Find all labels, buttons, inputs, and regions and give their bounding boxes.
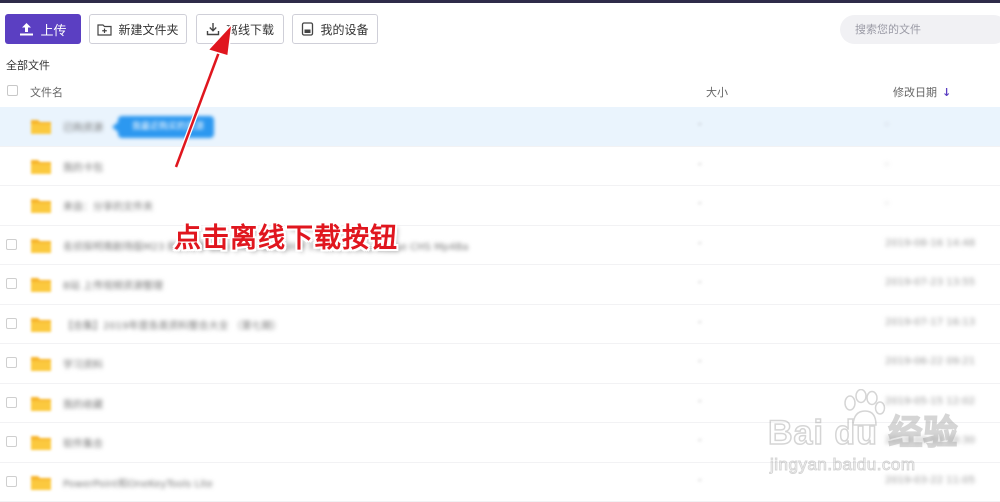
file-name[interactable]: 【合集】2019年度各类资料整合大全 （第七期） <box>63 317 282 332</box>
column-modified-label: 修改日期 <box>893 84 937 100</box>
file-row[interactable]: 已购资源 我最近购买的资源 - - <box>0 107 1000 147</box>
file-date: 2019-08-16 14:48 <box>885 238 975 249</box>
file-row[interactable]: PowerPoint和OneKeyTools Lite - 2019-03-22… <box>0 463 1000 502</box>
breadcrumb[interactable]: 全部文件 <box>6 57 50 73</box>
file-size: - <box>698 238 702 249</box>
file-name[interactable]: B站 上传视频资源整理 <box>63 277 163 292</box>
search-input[interactable] <box>853 22 1000 37</box>
tooltip: 我最近购买的资源 <box>118 116 214 138</box>
upload-label: 上传 <box>40 20 66 39</box>
file-size: - <box>698 277 702 288</box>
file-row[interactable]: B站 上传视频资源整理 - 2019-07-23 13:55 <box>0 265 1000 305</box>
arrow-down-icon: ↓ <box>942 86 951 99</box>
file-name[interactable]: 软件集合 <box>63 435 103 450</box>
file-size: - <box>698 317 702 328</box>
file-row[interactable]: 软件集合 - 2019-04-03 18:30 <box>0 423 1000 463</box>
annotation-text: 点击离线下载按钮 <box>174 216 398 255</box>
folder-icon <box>30 236 52 254</box>
folder-icon <box>30 275 52 293</box>
file-row[interactable]: 来自：分享的文件夹 - - <box>0 186 1000 226</box>
row-checkbox[interactable] <box>6 397 17 408</box>
row-checkbox[interactable] <box>6 476 17 487</box>
file-row[interactable]: 【合集】2019年度各类资料整合大全 （第七期） - 2019-07-17 16… <box>0 305 1000 345</box>
offline-download-button[interactable]: 离线下载 <box>196 14 284 44</box>
row-checkbox[interactable] <box>6 436 17 447</box>
my-devices-label: 我的设备 <box>320 21 368 38</box>
download-icon <box>206 22 220 36</box>
folder-icon <box>30 196 52 214</box>
file-row[interactable]: 学习资料 - 2019-06-22 09:21 <box>0 344 1000 384</box>
file-date: - <box>885 119 889 130</box>
file-size: - <box>698 396 702 407</box>
file-list-header: 文件名 大小 修改日期 ↓ <box>0 80 1000 104</box>
device-icon <box>301 22 314 36</box>
row-checkbox[interactable] <box>6 357 17 368</box>
file-date: 2019-03-22 11:05 <box>885 475 975 486</box>
file-name[interactable]: 已购资源 <box>63 119 103 134</box>
file-size: - <box>698 356 702 367</box>
new-folder-button[interactable]: 新建文件夹 <box>89 14 187 44</box>
folder-icon <box>30 473 52 491</box>
file-name[interactable]: 学习资料 <box>63 356 103 371</box>
file-size: - <box>698 475 702 486</box>
folder-icon <box>30 117 52 135</box>
upload-icon <box>19 22 34 36</box>
upload-button[interactable]: 上传 <box>5 14 81 44</box>
my-devices-button[interactable]: 我的设备 <box>292 14 378 44</box>
file-date: 2019-06-22 09:21 <box>885 356 975 367</box>
folder-icon <box>30 354 52 372</box>
folder-icon <box>30 394 52 412</box>
top-accent-bar <box>0 0 1000 3</box>
column-modified[interactable]: 修改日期 ↓ <box>893 84 951 100</box>
row-checkbox[interactable] <box>6 278 17 289</box>
file-date: - <box>885 198 889 209</box>
select-all-checkbox[interactable] <box>7 85 18 96</box>
search-box[interactable] <box>840 15 1000 44</box>
file-row[interactable]: 名侦探柯南剧场版M23 紺青の拳 2019 HDRip 1080P X264 A… <box>0 226 1000 266</box>
file-name[interactable]: 来自：分享的文件夹 <box>63 198 153 213</box>
file-name[interactable]: 我的卡包 <box>63 159 103 174</box>
offline-download-label: 离线下载 <box>226 21 274 38</box>
file-date: 2019-07-23 13:55 <box>885 277 975 288</box>
column-name[interactable]: 文件名 <box>30 84 63 100</box>
file-size: - <box>698 435 702 446</box>
folder-icon <box>30 315 52 333</box>
file-date: - <box>885 159 889 170</box>
file-row[interactable]: 我的卡包 - - <box>0 147 1000 187</box>
folder-plus-icon <box>97 23 112 36</box>
folder-icon <box>30 157 52 175</box>
file-size: - <box>698 159 702 170</box>
file-date: 2019-05-15 12:02 <box>885 396 975 407</box>
file-list: 已购资源 我最近购买的资源 - - 我的卡包 - - 来自：分享的文件夹 - -… <box>0 107 1000 502</box>
file-size: - <box>698 198 702 209</box>
row-checkbox[interactable] <box>6 318 17 329</box>
file-name[interactable]: 我的收藏 <box>63 396 103 411</box>
file-size: - <box>698 119 702 130</box>
new-folder-label: 新建文件夹 <box>118 21 178 38</box>
file-date: 2019-04-03 18:30 <box>885 435 975 446</box>
column-size[interactable]: 大小 <box>706 84 728 100</box>
file-date: 2019-07-17 16:13 <box>885 317 975 328</box>
folder-icon <box>30 433 52 451</box>
row-checkbox[interactable] <box>6 239 17 250</box>
file-name[interactable]: PowerPoint和OneKeyTools Lite <box>63 475 213 490</box>
file-row[interactable]: 我的收藏 - 2019-05-15 12:02 <box>0 384 1000 424</box>
